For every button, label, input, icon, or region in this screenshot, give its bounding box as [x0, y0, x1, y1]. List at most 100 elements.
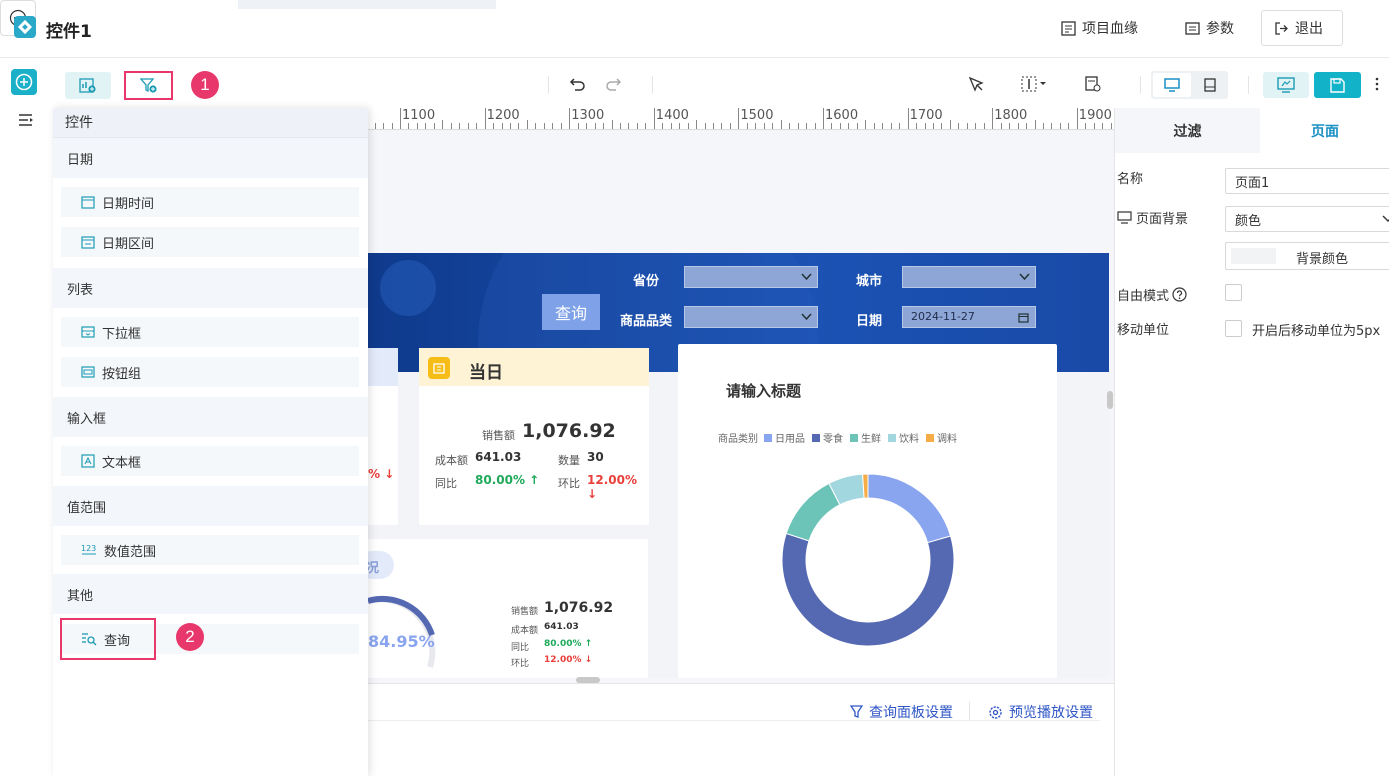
today-kpi-card[interactable]: 当日 销售额 1,076.92 成本额 641.03 数量 30 同比 80.0… — [419, 348, 649, 525]
legend-item[interactable]: 生鲜 — [850, 430, 881, 445]
ruler-tick — [848, 123, 850, 129]
ruler-label: 1400 — [655, 108, 689, 123]
chevron-down-icon — [801, 313, 812, 321]
donut-slice[interactable] — [867, 473, 952, 544]
ruler-tick — [738, 108, 740, 129]
legend-item[interactable]: 日用品 — [764, 430, 805, 445]
mom-label: 环比 — [558, 477, 580, 490]
ruler-tick — [416, 123, 418, 129]
control-item-button-group[interactable]: 按钮组 — [61, 357, 359, 387]
exit-button[interactable]: 退出 — [1261, 10, 1343, 46]
category-select[interactable] — [684, 306, 818, 328]
ruler-tick — [408, 123, 410, 129]
query-panel-settings-label: 查询面板设置 — [869, 705, 953, 721]
ruler-tick — [619, 123, 621, 129]
legend-label: 饮料 — [899, 434, 919, 445]
ruler-tick — [772, 123, 774, 129]
legend-swatch — [850, 433, 858, 442]
section-input: 输入框 — [53, 397, 368, 437]
params-button[interactable]: 参数 — [1185, 10, 1234, 46]
control-item-dropdown[interactable]: 下拉框 — [61, 317, 359, 347]
ruler-tick — [966, 123, 968, 129]
preview-button[interactable] — [1263, 72, 1309, 98]
tab-filter[interactable]: 过滤 — [1115, 108, 1260, 153]
free-mode-checkbox[interactable] — [1225, 284, 1242, 301]
background-type-select[interactable]: 颜色 — [1225, 206, 1389, 232]
move-unit-checkbox[interactable] — [1225, 320, 1242, 337]
cost-value: 641.03 — [544, 622, 579, 632]
progress-card[interactable]: 况 84.95% 销售额 1,076.92 成本额 641.03 同比 80.0… — [368, 539, 648, 678]
control-item-numeric-range[interactable]: 123 数值范围 — [61, 535, 359, 565]
ruler-tick — [797, 123, 799, 129]
align-button[interactable] — [1021, 76, 1047, 92]
ruler-tick — [636, 123, 638, 129]
ruler-tick — [856, 123, 858, 129]
toolbar-more-button[interactable] — [1374, 76, 1380, 92]
insert-chart-button[interactable] — [65, 72, 111, 99]
mobile-view-button[interactable] — [1195, 73, 1225, 97]
highlight-box-1 — [124, 71, 173, 100]
panel-title: 控件 — [65, 115, 93, 131]
redo-icon — [606, 78, 622, 91]
calendar-icon — [428, 357, 450, 379]
vertical-scrollbar-thumb[interactable] — [1107, 391, 1113, 409]
preview-settings-link[interactable]: 预览播放设置 — [988, 702, 1093, 722]
background-color-picker[interactable]: 背景颜色 — [1225, 242, 1389, 270]
province-select[interactable] — [684, 266, 818, 288]
step-badge-2: 2 — [176, 623, 204, 651]
ruler-tick — [865, 120, 867, 129]
dropdown-icon — [81, 326, 95, 338]
ruler-tick — [662, 123, 664, 129]
legend-item[interactable]: 饮料 — [888, 430, 919, 445]
top-bar: 控件1 项目血缘 参数 退出 — [0, 0, 1389, 58]
ruler-tick — [831, 123, 833, 129]
ruler-tick — [1059, 123, 1061, 129]
city-select[interactable] — [902, 266, 1036, 288]
donut-chart-card[interactable]: 请输入标题 商品类别 日用品 零食 生鲜 饮料 调料 — [678, 344, 1057, 678]
ruler-tick — [729, 123, 731, 129]
page-name-input[interactable]: 页面1 — [1225, 168, 1389, 194]
layer-button[interactable] — [1085, 76, 1101, 92]
color-swatch — [1231, 248, 1276, 264]
query-panel-settings-link[interactable]: 查询面板设置 — [850, 702, 953, 722]
control-item-date-range[interactable]: 日期区间 — [61, 227, 359, 257]
ruler-tick — [577, 123, 579, 129]
legend-item[interactable]: 零食 — [812, 430, 843, 445]
donut-slice[interactable] — [785, 482, 841, 542]
undo-button[interactable] — [569, 76, 587, 92]
ruler-tick — [1102, 123, 1104, 129]
redo-button[interactable] — [604, 76, 622, 92]
ruler-tick — [484, 108, 486, 129]
lineage-button[interactable]: 项目血缘 — [1061, 10, 1138, 46]
dashboard-canvas[interactable]: 查询 省份 城市 商品品类 日期 2024-11-27 % ↓ 当日 销售额 1… — [368, 253, 1109, 678]
cost-label: 成本额 — [511, 626, 539, 636]
format-painter-button[interactable] — [968, 76, 984, 92]
add-component-button[interactable] — [11, 69, 37, 95]
yoy-label: 同比 — [435, 477, 457, 490]
legend-item[interactable]: 调料 — [926, 430, 957, 445]
donut-slice[interactable] — [781, 532, 955, 647]
desktop-view-button[interactable] — [1153, 73, 1191, 97]
save-button[interactable] — [1314, 72, 1361, 98]
move-unit-label: 移动单位 — [1117, 323, 1170, 338]
gear-icon — [989, 705, 1002, 719]
ruler-tick — [383, 123, 385, 129]
sales-label: 销售额 — [482, 429, 515, 442]
partial-kpi-card[interactable]: % ↓ — [368, 348, 398, 525]
sales-value: 1,076.92 — [544, 600, 614, 616]
outline-toggle-button[interactable] — [18, 113, 34, 127]
legend-label: 生鲜 — [861, 434, 881, 445]
chart-add-icon — [79, 77, 96, 93]
tab-page[interactable]: 页面 — [1260, 108, 1389, 153]
date-value: 2024-11-27 — [911, 310, 975, 323]
query-button[interactable]: 查询 — [542, 294, 600, 330]
control-item-textbox[interactable]: 文本框 — [61, 446, 359, 476]
today-card-title: 当日 — [469, 363, 503, 383]
partial-card-header — [368, 348, 398, 386]
control-item-datetime[interactable]: 日期时间 — [61, 187, 359, 217]
date-input[interactable]: 2024-11-27 — [902, 306, 1036, 328]
legend-items: 日用品 零食 生鲜 饮料 调料 — [764, 430, 957, 445]
desktop-icon — [1164, 78, 1180, 92]
ruler-label: 1800 — [994, 108, 1028, 123]
donut-slice[interactable] — [862, 473, 869, 499]
